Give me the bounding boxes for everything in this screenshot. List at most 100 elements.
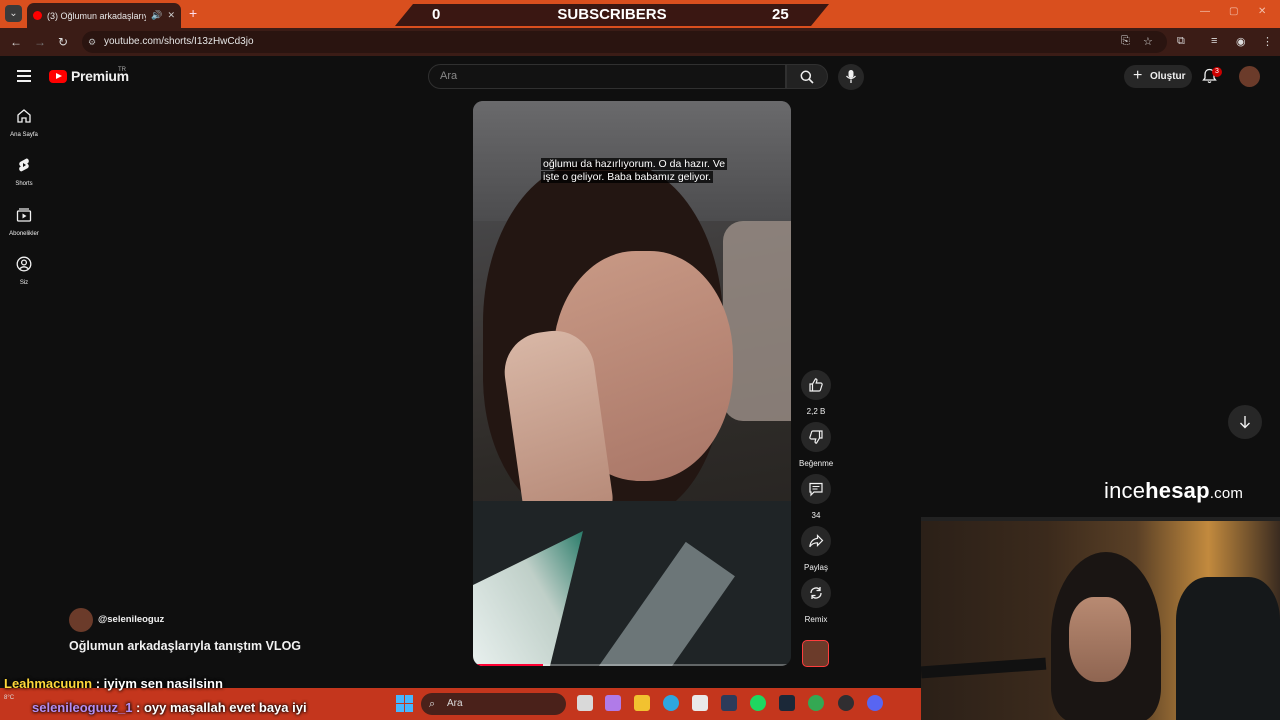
taskbar-search-placeholder: Ara [447, 698, 463, 709]
sidebar-item-you[interactable]: Siz [0, 256, 48, 286]
tab-title: (3) Oğlumun arkadaşlarıyla [47, 10, 147, 21]
video-title: Oğlumun arkadaşlarıyla tanıştım VLOG [69, 639, 302, 653]
guide-menu-icon[interactable] [17, 70, 31, 85]
account-avatar[interactable] [1239, 66, 1260, 87]
watermark-part-3: .com [1209, 485, 1244, 502]
chat-username: Leahmacuunn [4, 676, 93, 691]
sidebar-item-label: Abonelikler [9, 231, 39, 237]
close-window-icon[interactable]: ✕ [1258, 6, 1266, 17]
sidebar-item-home[interactable]: Ana Sayfa [0, 108, 48, 138]
tab-close-icon[interactable]: ✕ [167, 10, 175, 21]
remix-label: Remix [804, 615, 828, 624]
minimize-icon[interactable]: — [1200, 6, 1210, 17]
file-explorer-icon[interactable] [634, 695, 650, 711]
watermark-part-1: ince [1104, 478, 1146, 503]
url-field[interactable]: ⚙ youtube.com/shorts/I13zHwCd3jo [82, 31, 1167, 53]
obs-icon[interactable] [838, 695, 854, 711]
search-input[interactable]: Ara [428, 64, 786, 89]
video-car-seat [723, 221, 791, 421]
tab-search-button[interactable]: ⌄ [5, 5, 22, 22]
chat-message: Leahmacuunn : iyiym sen nasilsinn [4, 676, 223, 691]
remix-icon [810, 587, 822, 599]
spotify-icon[interactable] [750, 695, 766, 711]
like-button[interactable]: 2,2 B [799, 370, 833, 416]
remix-button[interactable]: Remix [799, 578, 833, 624]
comment-icon [809, 482, 823, 497]
install-app-icon[interactable]: ⎘ [1121, 35, 1130, 48]
chat-username: selenileoguuz_1 [32, 700, 133, 715]
subscriptions-icon [16, 208, 32, 222]
incehesap-watermark: incehesap.com [1104, 478, 1243, 504]
taskbar-search-input[interactable]: ⌕ Ara [421, 693, 566, 715]
forward-icon[interactable]: → [34, 35, 46, 49]
steam-icon[interactable] [779, 695, 795, 711]
next-video-button[interactable] [1228, 405, 1262, 439]
watermark-part-2: hesap [1145, 478, 1210, 503]
sidebar-item-label: Shorts [15, 181, 33, 187]
webcam-streamer-face [1069, 597, 1131, 682]
sidebar-item-shorts[interactable]: Shorts [0, 157, 48, 187]
sidebar-item-label: Ana Sayfa [10, 132, 38, 138]
new-tab-button[interactable]: + [189, 5, 197, 21]
bookmark-star-icon[interactable]: ☆ [1143, 35, 1153, 48]
thumbs-up-icon [809, 378, 823, 392]
site-info-icon[interactable]: ⚙ [88, 31, 96, 53]
youtube-logo[interactable]: Premium [49, 68, 129, 84]
search-button[interactable] [786, 64, 828, 89]
arrow-down-icon [1240, 416, 1250, 429]
discord-icon[interactable] [867, 695, 883, 711]
tab-audio-icon[interactable]: 🔊 [151, 10, 162, 21]
chat-message: selenileoguuz_1 : oyy maşallah evet baya… [32, 700, 307, 715]
youtube-play-icon [49, 69, 67, 83]
copilot-icon[interactable] [605, 695, 621, 711]
microphone-icon [846, 70, 856, 83]
taskbar-search-icon: ⌕ [429, 698, 436, 710]
browser-tab[interactable]: (3) Oğlumun arkadaşlarıyla 🔊 ✕ [27, 3, 181, 28]
shorts-icon [19, 158, 29, 172]
sound-source-avatar[interactable] [802, 640, 829, 667]
share-icon [809, 534, 824, 548]
profile-icon[interactable]: ◉ [1236, 35, 1246, 48]
maximize-icon[interactable]: ▢ [1229, 6, 1238, 17]
game-launcher-icon[interactable] [721, 695, 737, 711]
task-view-icon[interactable] [577, 695, 593, 711]
subscribers-goal: 25 [772, 6, 789, 23]
caption-line-2: işte o geliyor. Baba babamız geliyor. [541, 171, 714, 183]
edge-browser-icon[interactable] [663, 695, 679, 711]
video-progress-bar[interactable] [473, 664, 791, 666]
share-button[interactable]: Paylaş [799, 526, 833, 572]
search-icon [800, 70, 814, 84]
comments-button[interactable]: 34 [799, 474, 833, 520]
extensions-icon[interactable]: ⧉ [1177, 35, 1185, 48]
microsoft-store-icon[interactable] [692, 695, 708, 711]
shorts-video-player[interactable]: oğlumu da hazırlıyorum. O da hazır. Ve i… [473, 101, 791, 666]
share-label: Paylaş [803, 563, 828, 572]
browser-menu-icon[interactable]: ⋮ [1262, 35, 1273, 48]
weather-widget[interactable]: 8°C [4, 695, 14, 701]
subscribers-current: 0 [432, 6, 441, 23]
channel-handle[interactable]: @selenileoguz [98, 614, 164, 625]
sidebar-item-subscriptions[interactable]: Abonelikler [0, 207, 48, 237]
voice-search-button[interactable] [838, 64, 864, 90]
url-text: youtube.com/shorts/I13zHwCd3jo [104, 36, 254, 47]
channel-avatar[interactable] [69, 608, 93, 632]
media-controls-icon[interactable]: ≡ [1211, 35, 1217, 47]
dislike-button[interactable]: Beğenme [799, 422, 833, 468]
create-button[interactable]: + Oluştur [1124, 65, 1192, 88]
home-icon [17, 109, 31, 123]
notification-count-badge: 3 [1212, 67, 1222, 77]
webcam-overlay [921, 517, 1280, 720]
windows-start-icon[interactable] [396, 695, 413, 712]
chat-text: : oyy maşallah evet baya iyi [132, 700, 307, 715]
address-bar-row: ← → ↻ ⚙ youtube.com/shorts/I13zHwCd3jo ⎘… [0, 28, 1280, 56]
back-icon[interactable]: ← [10, 35, 22, 49]
reload-icon[interactable]: ↻ [58, 35, 68, 49]
video-progress-fill [473, 664, 543, 666]
like-count: 2,2 B [806, 407, 826, 416]
video-caption: oğlumu da hazırlıyorum. O da hazır. Ve i… [541, 158, 731, 184]
comment-count: 34 [811, 511, 821, 520]
webcam-microphone-arm [921, 657, 1047, 679]
subscriber-goal-overlay: SUBSCRIBERS 0 25 [395, 4, 829, 26]
thumbs-down-icon [809, 430, 823, 444]
chrome-icon[interactable] [808, 695, 824, 711]
